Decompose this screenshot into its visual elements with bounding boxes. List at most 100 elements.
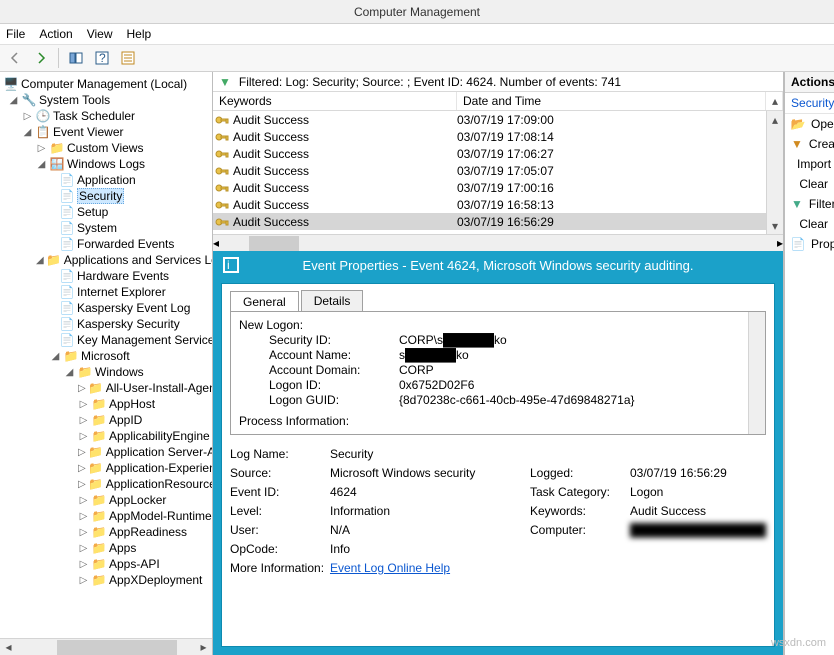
column-datetime[interactable]: Date and Time bbox=[457, 92, 766, 110]
action-import[interactable]: Import bbox=[785, 154, 834, 174]
tree-item-label: AppID bbox=[109, 413, 142, 427]
tree-log-forwarded[interactable]: 📄Forwarded Events bbox=[4, 236, 212, 252]
tree-task-scheduler[interactable]: ▷🕒Task Scheduler bbox=[4, 108, 212, 124]
tree-key-mgmt[interactable]: 📄Key Management Service bbox=[4, 332, 212, 348]
event-row[interactable]: Audit Success03/07/19 16:58:13 bbox=[213, 196, 783, 213]
action-clear-filter[interactable]: Clear bbox=[785, 214, 834, 234]
event-log-help-link[interactable]: Event Log Online Help bbox=[330, 561, 450, 575]
tree-item[interactable]: ▷📁AppXDeployment bbox=[4, 572, 212, 588]
event-row[interactable]: Audit Success03/07/19 17:05:07 bbox=[213, 162, 783, 179]
tree-item[interactable]: ▷📁AppHost bbox=[4, 396, 212, 412]
action-open[interactable]: 📂Open bbox=[785, 114, 834, 134]
scroll-down-icon[interactable]: ▾ bbox=[767, 217, 783, 234]
tree-log-security[interactable]: 📄Security bbox=[4, 188, 212, 204]
back-button[interactable] bbox=[4, 47, 26, 69]
event-row[interactable]: Audit Success03/07/19 17:06:27 bbox=[213, 145, 783, 162]
column-keywords[interactable]: Keywords bbox=[213, 92, 457, 110]
tree-item[interactable]: ▷📁Application-Experience bbox=[4, 460, 212, 476]
expand-icon[interactable]: ▷ bbox=[78, 447, 86, 458]
action-properties[interactable]: 📄Properties bbox=[785, 234, 834, 254]
event-datetime: 03/07/19 17:00:16 bbox=[457, 181, 783, 195]
show-hide-tree-button[interactable] bbox=[65, 47, 87, 69]
tree-windows-logs[interactable]: ◢🪟Windows Logs bbox=[4, 156, 212, 172]
expand-icon[interactable]: ▷ bbox=[78, 511, 89, 522]
expand-icon[interactable]: ▷ bbox=[36, 143, 47, 154]
tree-item[interactable]: ▷📁AppModel-Runtime bbox=[4, 508, 212, 524]
scroll-right-icon[interactable]: ▸ bbox=[195, 640, 212, 655]
tree-item[interactable]: ▷📁AppReadiness bbox=[4, 524, 212, 540]
expand-icon[interactable]: ▷ bbox=[78, 543, 89, 554]
tree-item[interactable]: ▷📁ApplicationResourceM bbox=[4, 476, 212, 492]
details-vscrollbar[interactable] bbox=[748, 312, 765, 434]
filter-text: Filtered: Log: Security; Source: ; Event… bbox=[239, 75, 621, 89]
expand-icon[interactable]: ▷ bbox=[78, 495, 89, 506]
tree-apps-services[interactable]: ◢📁Applications and Services Logs bbox=[4, 252, 212, 268]
action-clear[interactable]: Clear bbox=[785, 174, 834, 194]
tree-ms-windows[interactable]: ◢📁Windows bbox=[4, 364, 212, 380]
scroll-up-icon[interactable]: ▴ bbox=[767, 111, 783, 128]
menu-help[interactable]: Help bbox=[127, 27, 152, 41]
tree-item[interactable]: ▷📁AppLocker bbox=[4, 492, 212, 508]
tree-item[interactable]: ▷📁Apps bbox=[4, 540, 212, 556]
expand-icon[interactable]: ▷ bbox=[22, 111, 33, 122]
tree-kaspersky-security[interactable]: 📄Kaspersky Security bbox=[4, 316, 212, 332]
action-create[interactable]: ▼Create bbox=[785, 134, 834, 154]
menu-action[interactable]: Action bbox=[39, 27, 72, 41]
tree-root[interactable]: 🖥️Computer Management (Local) bbox=[4, 76, 212, 92]
collapse-icon[interactable]: ◢ bbox=[36, 159, 47, 170]
tree-log-system[interactable]: 📄System bbox=[4, 220, 212, 236]
tree-item[interactable]: ▷📁Application Server-App bbox=[4, 444, 212, 460]
tree-custom-views[interactable]: ▷📁Custom Views bbox=[4, 140, 212, 156]
tree-item[interactable]: ▷📁All-User-Install-Agent bbox=[4, 380, 212, 396]
tree-hscrollbar[interactable]: ◂ ▸ bbox=[0, 638, 212, 655]
expand-icon[interactable]: ▷ bbox=[78, 527, 89, 538]
tree-item[interactable]: ▷📁ApplicabilityEngine bbox=[4, 428, 212, 444]
tree-log-application[interactable]: 📄Application bbox=[4, 172, 212, 188]
tree-kaspersky-event-log[interactable]: 📄Kaspersky Event Log bbox=[4, 300, 212, 316]
event-row[interactable]: Audit Success03/07/19 17:00:16 bbox=[213, 179, 783, 196]
windows-logs-icon: 🪟 bbox=[50, 157, 64, 171]
expand-icon[interactable]: ▷ bbox=[78, 415, 89, 426]
tree-item[interactable]: ▷📁AppID bbox=[4, 412, 212, 428]
scroll-thumb[interactable] bbox=[57, 640, 177, 655]
collapse-icon[interactable]: ◢ bbox=[64, 367, 75, 378]
tree-microsoft[interactable]: ◢📁Microsoft bbox=[4, 348, 212, 364]
expand-icon[interactable]: ▷ bbox=[78, 479, 86, 490]
properties-button[interactable] bbox=[117, 47, 139, 69]
help-button[interactable]: ? bbox=[91, 47, 113, 69]
tree-event-viewer[interactable]: ◢📋Event Viewer bbox=[4, 124, 212, 140]
collapse-icon[interactable]: ◢ bbox=[50, 351, 61, 362]
list-vscrollbar[interactable]: ▴ ▾ bbox=[766, 111, 783, 234]
expand-icon[interactable]: ▷ bbox=[78, 383, 86, 394]
expand-icon[interactable]: ▷ bbox=[78, 575, 89, 586]
scroll-thumb[interactable] bbox=[249, 236, 299, 251]
expand-icon[interactable]: ▷ bbox=[78, 431, 89, 442]
menu-view[interactable]: View bbox=[87, 27, 113, 41]
event-row[interactable]: Audit Success03/07/19 16:56:29 bbox=[213, 213, 783, 230]
collapse-icon[interactable]: ◢ bbox=[8, 95, 19, 106]
tree-item-label: AppHost bbox=[109, 397, 155, 411]
scroll-right-icon[interactable]: ▸ bbox=[777, 236, 783, 250]
collapse-icon[interactable]: ◢ bbox=[36, 255, 44, 266]
event-row[interactable]: Audit Success03/07/19 17:08:14 bbox=[213, 128, 783, 145]
event-datetime: 03/07/19 17:06:27 bbox=[457, 147, 783, 161]
column-scroll-up[interactable]: ▴ bbox=[766, 92, 783, 110]
expand-icon[interactable]: ▷ bbox=[78, 399, 89, 410]
list-hscrollbar[interactable]: ◂ ▸ bbox=[213, 234, 783, 251]
collapse-icon[interactable]: ◢ bbox=[22, 127, 33, 138]
forward-button[interactable] bbox=[30, 47, 52, 69]
folder-icon: 📁 bbox=[92, 493, 106, 507]
tree-internet-explorer[interactable]: 📄Internet Explorer bbox=[4, 284, 212, 300]
tree-hardware-events[interactable]: 📄Hardware Events bbox=[4, 268, 212, 284]
tree-item[interactable]: ▷📁Apps-API bbox=[4, 556, 212, 572]
tab-general[interactable]: General bbox=[230, 291, 299, 312]
expand-icon[interactable]: ▷ bbox=[78, 463, 86, 474]
expand-icon[interactable]: ▷ bbox=[78, 559, 89, 570]
event-row[interactable]: Audit Success03/07/19 17:09:00 bbox=[213, 111, 783, 128]
tab-details[interactable]: Details bbox=[301, 290, 364, 311]
menu-file[interactable]: File bbox=[6, 27, 25, 41]
scroll-left-icon[interactable]: ◂ bbox=[0, 640, 17, 655]
action-filter[interactable]: ▼Filter bbox=[785, 194, 834, 214]
tree-system-tools[interactable]: ◢🔧System Tools bbox=[4, 92, 212, 108]
tree-log-setup[interactable]: 📄Setup bbox=[4, 204, 212, 220]
